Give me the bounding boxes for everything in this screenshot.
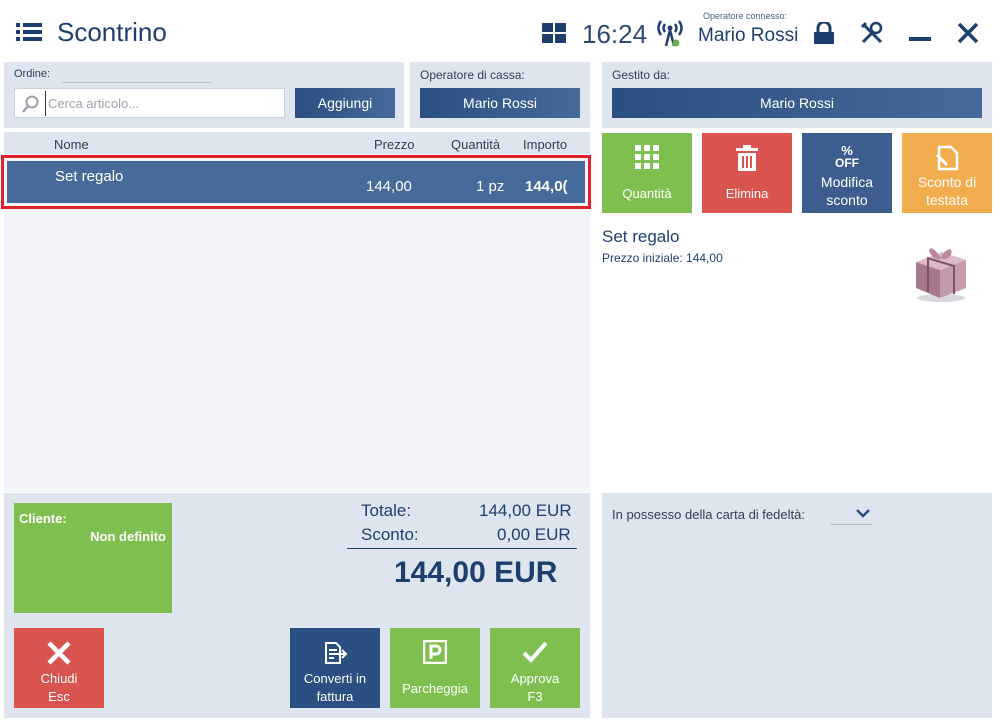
client-value: Non definito [90,529,166,544]
detail-initial-price: Prezzo iniziale: 144,00 [602,251,723,265]
selected-row-body: Set regalo 144,00 1 pz 144,0( [7,161,585,203]
convert-invoice-label-2: fattura [316,689,354,704]
managed-by-label: Gestito da: [612,68,671,82]
approve-label: Approva [510,671,560,686]
grid-icon [635,145,659,169]
column-amount: Importo [523,137,568,152]
column-quantity: Quantità [451,137,501,152]
off-badge-icon: % OFF [802,144,892,170]
column-name: Nome [54,137,89,152]
minimize-icon[interactable] [909,37,931,41]
tools-icon[interactable] [860,21,884,45]
row-quantity: 1 pz [476,178,505,195]
trash-icon [736,145,758,171]
chevron-down-icon [856,509,870,518]
column-price: Prezzo [374,137,415,152]
row-price: 144,00 [366,178,412,195]
search-box[interactable] [14,88,285,118]
off-badge-text: OFF [835,156,859,170]
top-bar: Scontrino 16:24 Operatore connesso: Mari… [0,0,1002,60]
client-button[interactable]: Cliente: Non definito [14,503,172,613]
order-underline [62,82,212,83]
delete-label: Elimina [725,186,769,201]
detail-item-name: Set regalo [602,227,680,246]
grand-total: 144,00 EUR [394,556,558,589]
total-value: 144,00 EUR [479,501,572,520]
approve-shortcut: F3 [527,689,543,704]
row-name: Set regalo [55,168,124,185]
checkmark-icon [522,641,548,663]
close-shortcut: Esc [48,689,70,704]
close-window-icon[interactable] [957,22,979,44]
clock: 16:24 [582,19,648,49]
table-header: Nome Prezzo Quantità Importo [4,132,590,154]
delete-button[interactable]: Elimina [702,133,792,213]
tiles-icon[interactable] [542,23,566,43]
edit-discount-label-2: sconto [826,192,868,208]
page-title: Scontrino [57,17,167,47]
convert-invoice-label-1: Converti in [303,671,367,686]
logged-operator-name: Mario Rossi [698,25,799,46]
gift-box-image [916,248,966,302]
cashier-label: Operatore di cassa: [420,68,525,82]
order-label: Ordine: [14,68,51,80]
invoice-icon [325,642,348,664]
parking-icon [423,640,447,664]
edit-document-icon [935,145,959,171]
managed-by-select[interactable]: Mario Rossi [612,88,982,118]
discount-label: Sconto: [361,525,419,544]
loyalty-dropdown[interactable] [830,503,872,525]
close-receipt-button[interactable]: Chiudi Esc [14,628,104,708]
header-discount-label-1: Sconto di [917,174,977,190]
items-list: Set regalo 144,00 1 pz 144,0( [1,154,591,492]
convert-invoice-button[interactable]: Converti in fattura [290,628,380,708]
search-input[interactable] [45,91,280,116]
edit-discount-button[interactable]: % OFF Modifica sconto [802,133,892,213]
park-button[interactable]: Parcheggia [390,628,480,708]
loyalty-panel [602,493,992,718]
approve-button[interactable]: Approva F3 [490,628,580,708]
quantity-label: Quantità [622,186,672,201]
client-label: Cliente: [19,511,67,526]
receipt-screen: Scontrino 16:24 Operatore connesso: Mari… [0,0,1002,724]
operator-caption: Operatore connesso: [703,11,788,21]
header-discount-button[interactable]: Sconto di testata [902,133,992,213]
quantity-button[interactable]: Quantità [602,133,692,213]
edit-discount-label-1: Modifica [820,174,874,190]
totals-divider [347,548,577,549]
cashier-select[interactable]: Mario Rossi [420,88,580,118]
connection-signal-icon [657,20,683,47]
lock-icon[interactable] [812,22,836,44]
loyalty-label: In possesso della carta di fedeltà: [612,507,805,522]
total-label: Totale: [361,501,412,520]
park-label: Parcheggia [402,681,468,696]
menu-icon[interactable] [16,22,42,42]
close-label: Chiudi [40,671,78,686]
table-row[interactable]: Set regalo 144,00 1 pz 144,0( [1,155,591,209]
close-icon [47,641,71,665]
add-button[interactable]: Aggiungi [295,88,395,118]
row-amount: 144,0( [525,178,568,195]
discount-value: 0,00 EUR [497,525,571,544]
search-icon [22,95,39,113]
header-discount-label-2: testata [925,192,969,208]
